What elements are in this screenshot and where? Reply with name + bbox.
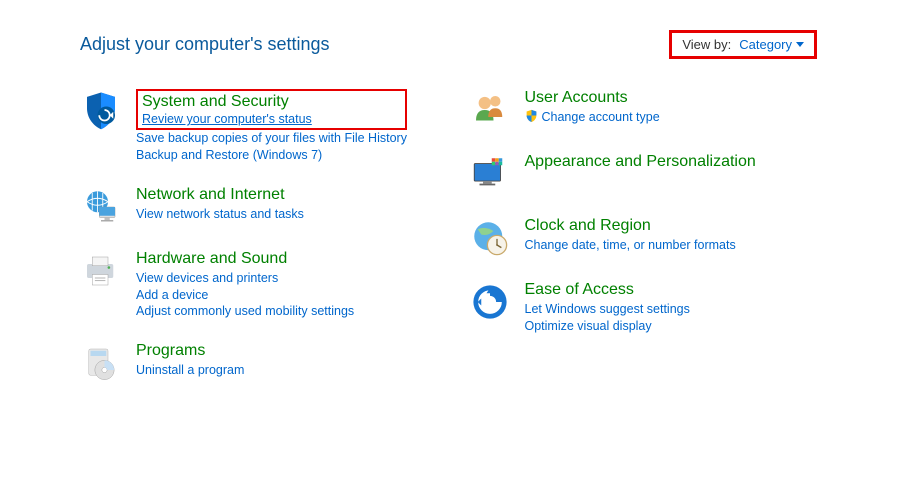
category-link[interactable]: Uninstall a program: [136, 362, 244, 379]
category-title[interactable]: Ease of Access: [525, 281, 690, 299]
globe-network-icon: [80, 186, 122, 228]
shield-icon: [80, 89, 122, 131]
category-link[interactable]: Review your computer's status: [142, 111, 401, 128]
printer-icon: [80, 250, 122, 292]
category-link[interactable]: View network status and tasks: [136, 206, 304, 223]
category-title[interactable]: System and Security: [142, 93, 401, 111]
category-programs: Programs Uninstall a program: [80, 342, 429, 384]
people-icon: [469, 89, 511, 131]
category-title[interactable]: Hardware and Sound: [136, 250, 354, 268]
category-link[interactable]: Change account type: [525, 109, 660, 127]
category-link[interactable]: Add a device: [136, 287, 354, 304]
category-system-security: System and Security Review your computer…: [80, 89, 429, 164]
category-network-internet: Network and Internet View network status…: [80, 186, 429, 228]
view-by-label: View by:: [682, 37, 731, 52]
page-title: Adjust your computer's settings: [80, 34, 330, 55]
category-link[interactable]: Backup and Restore (Windows 7): [136, 147, 407, 164]
clock-globe-icon: [469, 217, 511, 259]
view-by-control: View by: Category: [669, 30, 817, 59]
category-link[interactable]: Let Windows suggest settings: [525, 301, 690, 318]
view-by-dropdown[interactable]: Category: [739, 37, 804, 52]
monitor-palette-icon: [469, 153, 511, 195]
ease-of-access-icon: [469, 281, 511, 323]
category-link[interactable]: Save backup copies of your files with Fi…: [136, 130, 407, 147]
category-ease-of-access: Ease of Access Let Windows suggest setti…: [469, 281, 818, 335]
category-title[interactable]: Programs: [136, 342, 244, 360]
category-link[interactable]: View devices and printers: [136, 270, 354, 287]
uac-shield-icon: [525, 109, 538, 127]
chevron-down-icon: [796, 42, 804, 47]
category-hardware-sound: Hardware and Sound View devices and prin…: [80, 250, 429, 321]
category-link[interactable]: Adjust commonly used mobility settings: [136, 303, 354, 320]
category-title[interactable]: Clock and Region: [525, 217, 736, 235]
highlight-box: System and Security Review your computer…: [136, 89, 407, 130]
category-link[interactable]: Change date, time, or number formats: [525, 237, 736, 254]
category-title[interactable]: Network and Internet: [136, 186, 304, 204]
category-user-accounts: User Accounts Change account type: [469, 89, 818, 131]
view-by-value: Category: [739, 37, 792, 52]
category-title[interactable]: User Accounts: [525, 89, 660, 107]
category-link[interactable]: Optimize visual display: [525, 318, 690, 335]
category-clock-region: Clock and Region Change date, time, or n…: [469, 217, 818, 259]
category-title[interactable]: Appearance and Personalization: [525, 153, 756, 171]
disc-box-icon: [80, 342, 122, 384]
category-appearance: Appearance and Personalization: [469, 153, 818, 195]
